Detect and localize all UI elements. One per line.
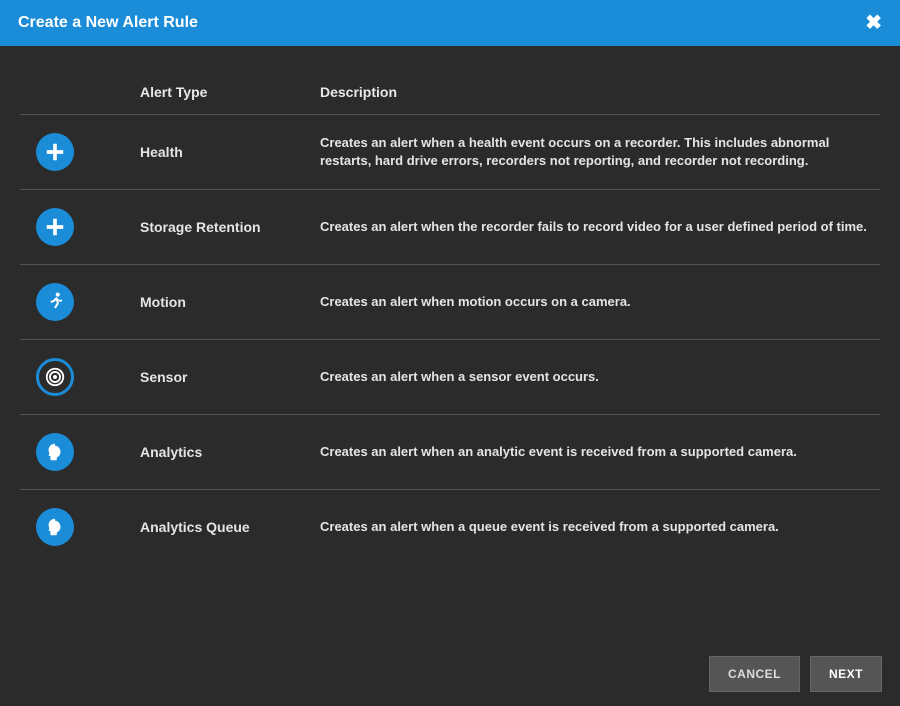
column-description-header: Description: [310, 76, 880, 115]
alert-icon-cell: [20, 490, 130, 565]
alert-type-description: Creates an alert when a sensor event occ…: [310, 340, 880, 415]
modal-content: Alert Type Description HealthCreates an …: [0, 46, 900, 642]
head-icon: [36, 508, 74, 546]
alert-type-name: Storage Retention: [130, 190, 310, 265]
alert-icon-cell: [20, 265, 130, 340]
alert-icon-cell: [20, 415, 130, 490]
modal-footer: CANCEL NEXT: [0, 642, 900, 706]
cancel-button[interactable]: CANCEL: [709, 656, 800, 692]
target-icon: [36, 358, 74, 396]
alert-icon-cell: [20, 190, 130, 265]
modal-title: Create a New Alert Rule: [18, 14, 198, 32]
alert-icon-cell: [20, 340, 130, 415]
alert-icon-cell: [20, 115, 130, 190]
alert-type-name: Analytics Queue: [130, 490, 310, 565]
head-icon: [36, 433, 74, 471]
alert-type-description: Creates an alert when the recorder fails…: [310, 190, 880, 265]
alert-type-name: Sensor: [130, 340, 310, 415]
alert-type-row[interactable]: MotionCreates an alert when motion occur…: [20, 265, 880, 340]
running-icon: [36, 283, 74, 321]
modal-header: Create a New Alert Rule ✖: [0, 0, 900, 46]
alert-type-description: Creates an alert when a queue event is r…: [310, 490, 880, 565]
create-alert-rule-modal: Create a New Alert Rule ✖ Alert Type Des…: [0, 0, 900, 706]
column-icon-header: [20, 76, 130, 115]
alert-type-name: Motion: [130, 265, 310, 340]
alert-type-row[interactable]: AnalyticsCreates an alert when an analyt…: [20, 415, 880, 490]
alert-type-row[interactable]: Storage RetentionCreates an alert when t…: [20, 190, 880, 265]
close-button[interactable]: ✖: [865, 13, 882, 33]
alert-type-table: Alert Type Description HealthCreates an …: [20, 76, 880, 564]
alert-type-description: Creates an alert when motion occurs on a…: [310, 265, 880, 340]
column-type-header: Alert Type: [130, 76, 310, 115]
plus-icon: [36, 208, 74, 246]
alert-type-name: Analytics: [130, 415, 310, 490]
plus-icon: [36, 133, 74, 171]
alert-type-row[interactable]: SensorCreates an alert when a sensor eve…: [20, 340, 880, 415]
next-button[interactable]: NEXT: [810, 656, 882, 692]
alert-type-row[interactable]: HealthCreates an alert when a health eve…: [20, 115, 880, 190]
alert-type-description: Creates an alert when a health event occ…: [310, 115, 880, 190]
alert-type-description: Creates an alert when an analytic event …: [310, 415, 880, 490]
alert-type-row[interactable]: Analytics QueueCreates an alert when a q…: [20, 490, 880, 565]
alert-type-name: Health: [130, 115, 310, 190]
